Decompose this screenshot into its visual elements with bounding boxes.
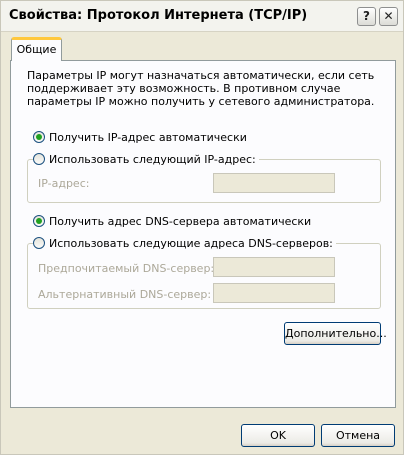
- dns-manual-label: Использовать следующие адреса DNS-сервер…: [49, 236, 333, 250]
- ip-auto-radio[interactable]: [33, 131, 45, 143]
- alternate-dns-field: [213, 283, 335, 303]
- dns-auto-radio[interactable]: [33, 215, 45, 227]
- preferred-dns-field: [213, 257, 335, 277]
- dns-auto-label: Получить адрес DNS-сервера автоматически: [49, 214, 312, 228]
- cancel-button[interactable]: Отмена: [321, 424, 395, 447]
- tab-general-label: Общие: [16, 43, 57, 56]
- dns-manual-radio[interactable]: [33, 237, 45, 249]
- tab-general[interactable]: Общие: [11, 37, 62, 61]
- window-title: Свойства: Протокол Интернета (TCP/IP): [9, 8, 308, 23]
- preferred-dns-label: Предпочитаемый DNS-сервер:: [38, 262, 215, 275]
- ok-button[interactable]: OK: [241, 424, 315, 447]
- ip-manual-radio[interactable]: [33, 153, 45, 165]
- alternate-dns-label: Альтернативный DNS-сервер:: [38, 288, 212, 301]
- ip-address-label: IP-адрес:: [38, 177, 90, 190]
- help-icon: ?: [363, 9, 370, 23]
- ip-manual-option[interactable]: Использовать следующий IP-адрес:: [33, 151, 259, 167]
- ip-auto-option[interactable]: Получить IP-адрес автоматически: [33, 129, 250, 145]
- ip-address-field: [213, 173, 335, 193]
- dns-manual-option[interactable]: Использовать следующие адреса DNS-сервер…: [33, 235, 336, 251]
- help-button[interactable]: ?: [357, 7, 376, 26]
- title-bar[interactable]: Свойства: Протокол Интернета (TCP/IP) ? …: [1, 1, 403, 32]
- dns-auto-option[interactable]: Получить адрес DNS-сервера автоматически: [33, 213, 315, 229]
- ip-manual-label: Использовать следующий IP-адрес:: [49, 152, 256, 166]
- tab-panel-general: [10, 60, 396, 408]
- close-button[interactable]: ✕: [379, 7, 398, 26]
- ip-auto-label: Получить IP-адрес автоматически: [49, 130, 247, 144]
- close-icon: ✕: [383, 9, 394, 23]
- advanced-button[interactable]: Дополнительно...: [284, 322, 387, 345]
- description-text: Параметры IP могут назначаться автоматич…: [27, 69, 375, 108]
- tcpip-properties-dialog: Свойства: Протокол Интернета (TCP/IP) ? …: [0, 0, 404, 455]
